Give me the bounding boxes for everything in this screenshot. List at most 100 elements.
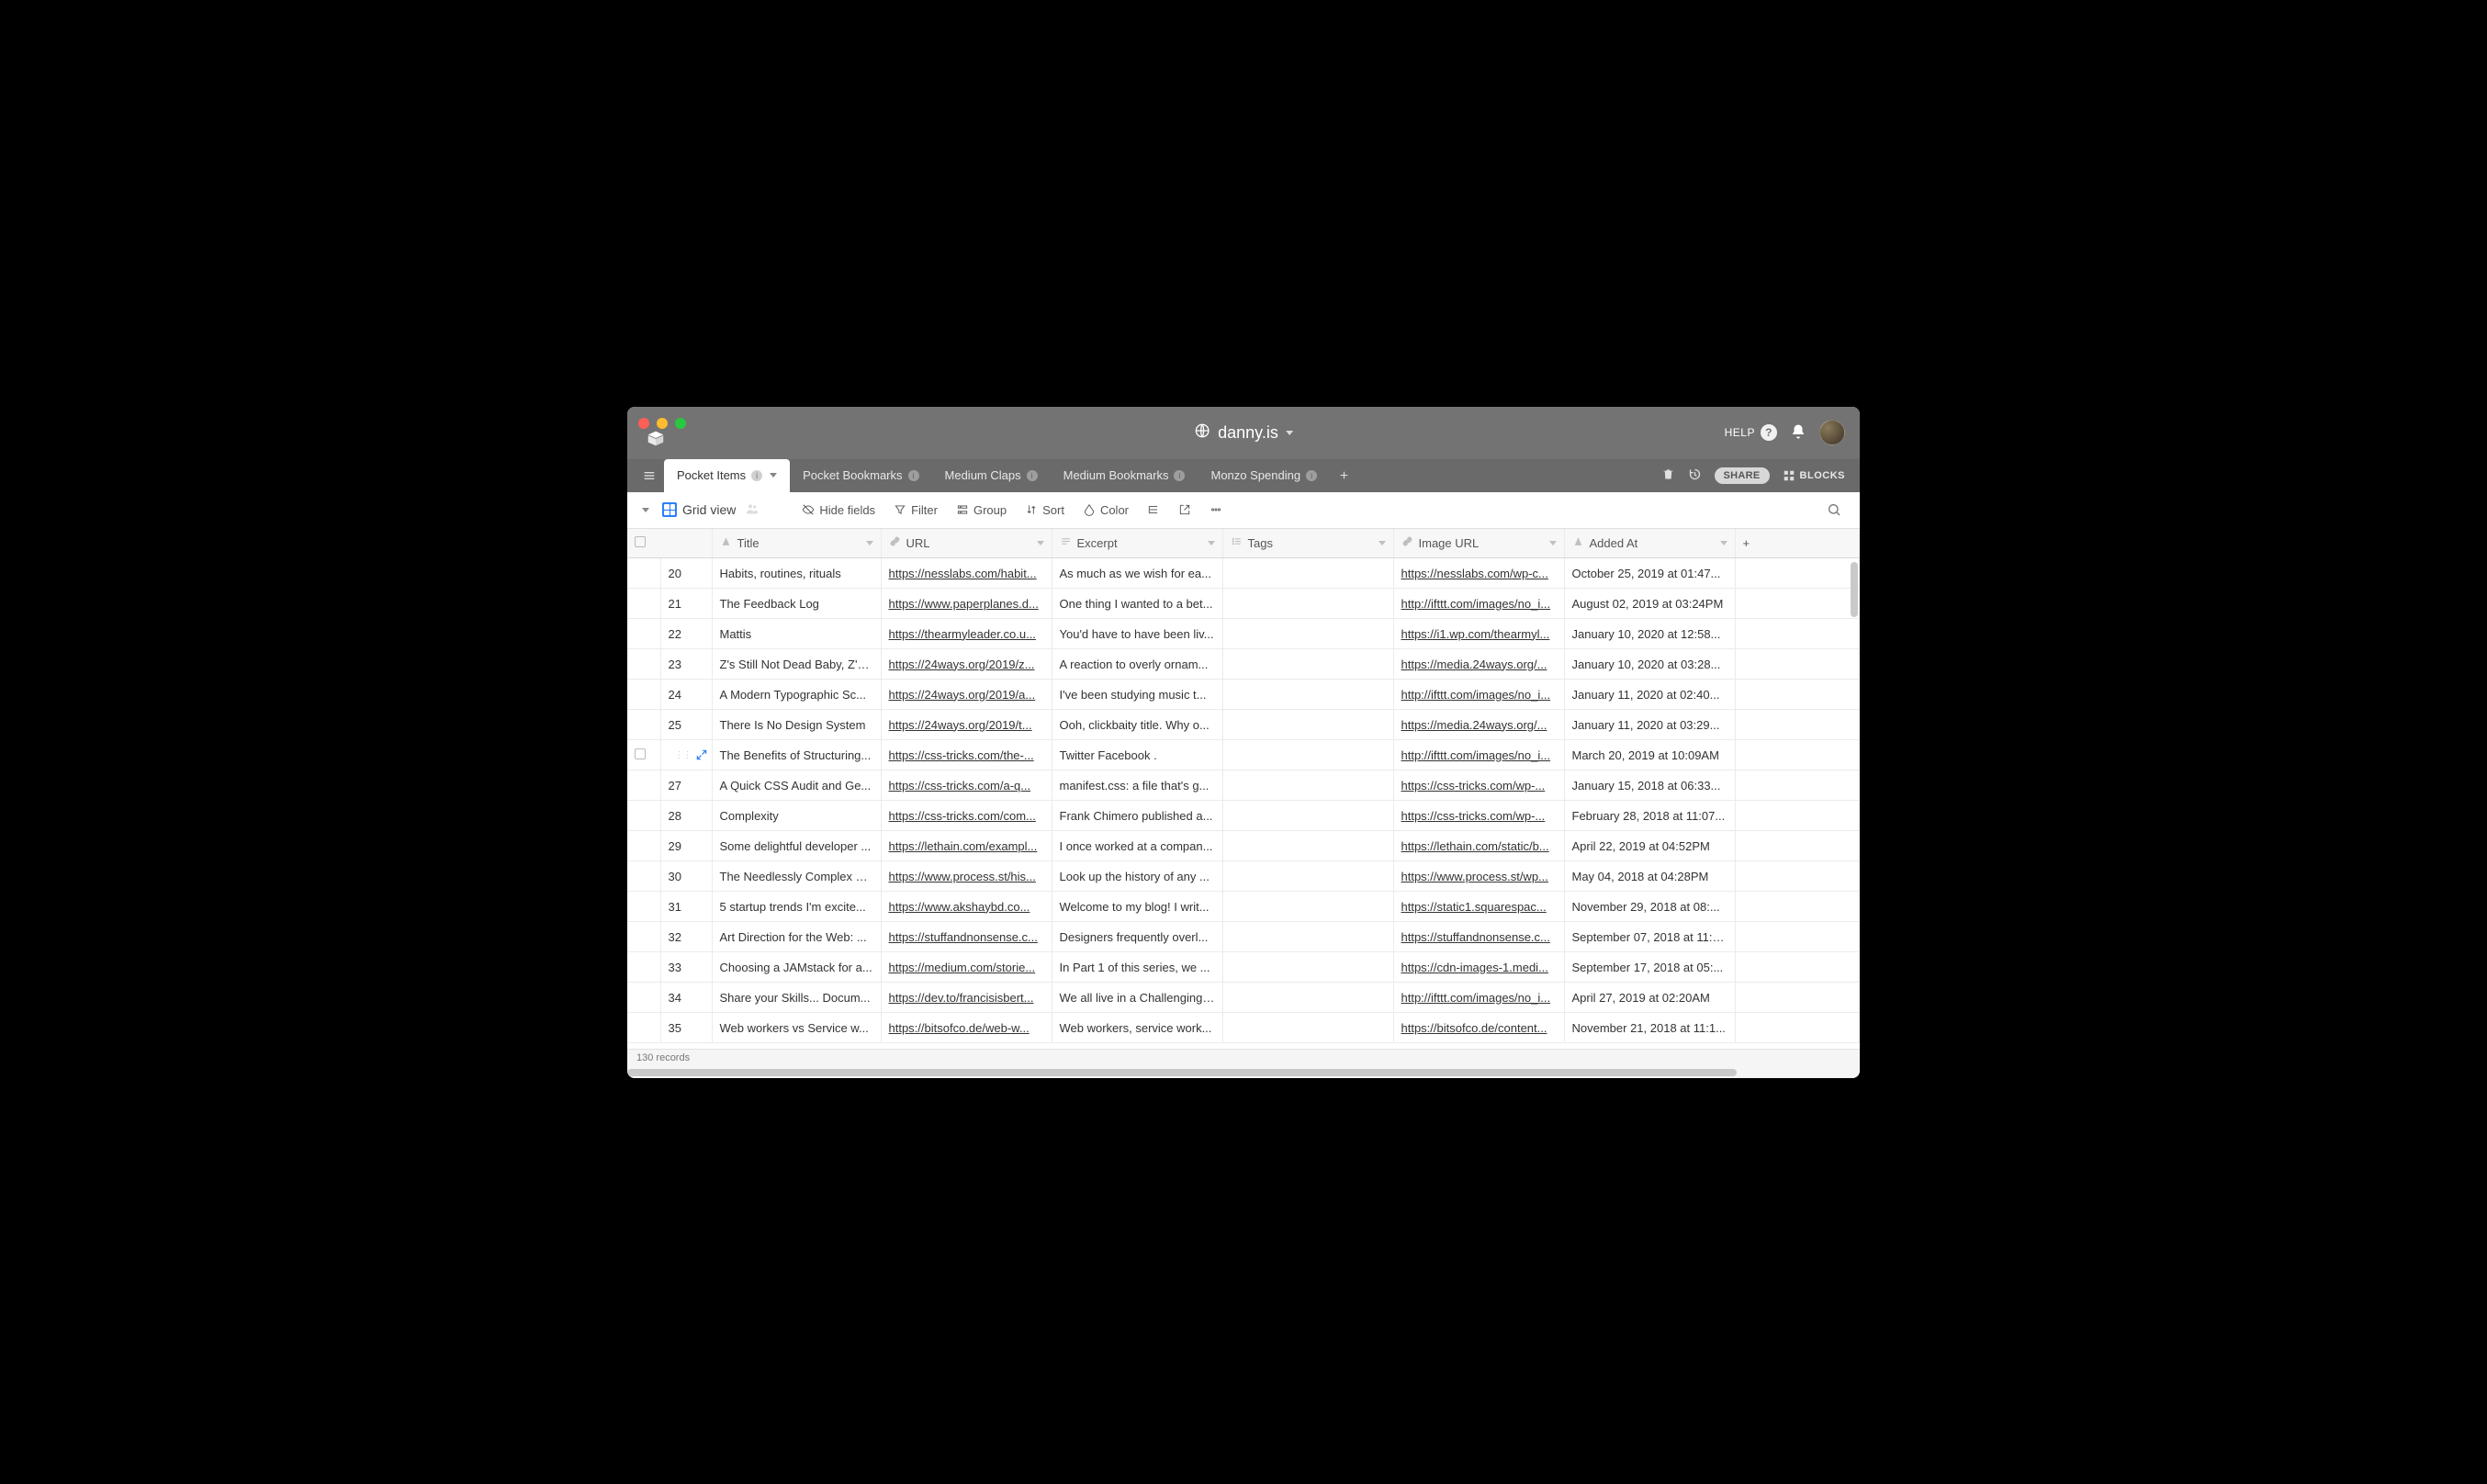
cell-tags[interactable] xyxy=(1222,619,1393,649)
link[interactable]: https://dev.to/francisisbert... xyxy=(889,991,1034,1005)
cell-tags[interactable] xyxy=(1222,952,1393,983)
cell-title[interactable]: A Quick CSS Audit and Ge... xyxy=(712,770,881,801)
cell-excerpt[interactable]: In Part 1 of this series, we ... xyxy=(1052,952,1222,983)
cell-excerpt[interactable]: One thing I wanted to a bet... xyxy=(1052,589,1222,619)
link[interactable]: https://media.24ways.org/... xyxy=(1401,718,1547,732)
cell-url[interactable]: https://www.paperplanes.d... xyxy=(881,589,1052,619)
cell-url[interactable]: https://css-tricks.com/the-... xyxy=(881,740,1052,770)
row-number-cell[interactable]: 29 xyxy=(660,831,712,861)
table-row[interactable]: 22Mattishttps://thearmyleader.co.u...You… xyxy=(627,619,1860,649)
row-number-cell[interactable]: 31 xyxy=(660,892,712,922)
cell-added_at[interactable]: January 15, 2018 at 06:33... xyxy=(1564,770,1735,801)
link[interactable]: https://24ways.org/2019/t... xyxy=(889,718,1032,732)
cell-title[interactable]: Choosing a JAMstack for a... xyxy=(712,952,881,983)
cell-image_url[interactable]: https://stuffandnonsense.c... xyxy=(1393,922,1564,952)
table-row[interactable]: 35Web workers vs Service w...https://bit… xyxy=(627,1013,1860,1043)
table-tab[interactable]: Medium Bookmarksi xyxy=(1051,459,1198,492)
cell-excerpt[interactable]: You'd have to have been liv... xyxy=(1052,619,1222,649)
cell-added_at[interactable]: September 17, 2018 at 05:... xyxy=(1564,952,1735,983)
cell-url[interactable]: https://thearmyleader.co.u... xyxy=(881,619,1052,649)
share-view-button[interactable] xyxy=(1171,500,1198,520)
link[interactable]: https://cdn-images-1.medi... xyxy=(1401,961,1548,974)
table-tab[interactable]: Pocket Itemsi xyxy=(664,459,790,492)
group-button[interactable]: Group xyxy=(949,500,1014,521)
select-all-header[interactable] xyxy=(627,529,712,558)
cell-title[interactable]: Mattis xyxy=(712,619,881,649)
table-row[interactable]: 29Some delightful developer ...https://l… xyxy=(627,831,1860,861)
cell-added_at[interactable]: October 25, 2019 at 01:47... xyxy=(1564,558,1735,589)
cell-image_url[interactable]: http://ifttt.com/images/no_i... xyxy=(1393,740,1564,770)
cell-title[interactable]: Art Direction for the Web: ... xyxy=(712,922,881,952)
link[interactable]: http://ifttt.com/images/no_i... xyxy=(1401,991,1551,1005)
color-button[interactable]: Color xyxy=(1075,500,1136,521)
cell-tags[interactable] xyxy=(1222,801,1393,831)
cell-url[interactable]: https://lethain.com/exampl... xyxy=(881,831,1052,861)
cell-tags[interactable] xyxy=(1222,710,1393,740)
cell-url[interactable]: https://24ways.org/2019/a... xyxy=(881,680,1052,710)
row-number-cell[interactable]: 35 xyxy=(660,1013,712,1043)
row-checkbox-cell[interactable] xyxy=(627,589,660,619)
search-button[interactable] xyxy=(1819,499,1849,521)
cell-image_url[interactable]: https://static1.squarespac... xyxy=(1393,892,1564,922)
link[interactable]: https://lethain.com/static/b... xyxy=(1401,839,1549,853)
view-switcher[interactable]: Grid view xyxy=(657,498,765,523)
cell-tags[interactable] xyxy=(1222,983,1393,1013)
link[interactable]: https://media.24ways.org/... xyxy=(1401,658,1547,671)
row-number-cell[interactable]: 20 xyxy=(660,558,712,589)
row-number-cell[interactable]: 34 xyxy=(660,983,712,1013)
cell-excerpt[interactable]: Welcome to my blog! I writ... xyxy=(1052,892,1222,922)
cell-added_at[interactable]: January 11, 2020 at 02:40... xyxy=(1564,680,1735,710)
row-checkbox-cell[interactable] xyxy=(627,831,660,861)
link[interactable]: http://ifttt.com/images/no_i... xyxy=(1401,688,1551,702)
cell-title[interactable]: The Benefits of Structuring... xyxy=(712,740,881,770)
cell-url[interactable]: https://bitsofco.de/web-w... xyxy=(881,1013,1052,1043)
cell-excerpt[interactable]: Ooh, clickbaity title. Why o... xyxy=(1052,710,1222,740)
row-number-cell[interactable]: 21 xyxy=(660,589,712,619)
link[interactable]: https://bitsofco.de/content... xyxy=(1401,1021,1547,1035)
cell-added_at[interactable]: March 20, 2019 at 10:09AM xyxy=(1564,740,1735,770)
link[interactable]: https://css-tricks.com/the-... xyxy=(889,748,1034,762)
cell-image_url[interactable]: http://ifttt.com/images/no_i... xyxy=(1393,589,1564,619)
add-column-button[interactable]: + xyxy=(1735,529,1860,558)
cell-added_at[interactable]: November 21, 2018 at 11:1... xyxy=(1564,1013,1735,1043)
column-header-excerpt[interactable]: Excerpt xyxy=(1052,529,1222,558)
table-row[interactable]: 32Art Direction for the Web: ...https://… xyxy=(627,922,1860,952)
cell-tags[interactable] xyxy=(1222,680,1393,710)
cell-url[interactable]: https://www.process.st/his... xyxy=(881,861,1052,892)
hide-fields-button[interactable]: Hide fields xyxy=(794,500,883,521)
cell-excerpt[interactable]: We all live in a Challenging ... xyxy=(1052,983,1222,1013)
cell-added_at[interactable]: November 29, 2018 at 08:... xyxy=(1564,892,1735,922)
cell-added_at[interactable]: January 11, 2020 at 03:29... xyxy=(1564,710,1735,740)
link[interactable]: https://i1.wp.com/thearmyl... xyxy=(1401,627,1550,641)
row-checkbox-cell[interactable] xyxy=(627,619,660,649)
cell-image_url[interactable]: https://lethain.com/static/b... xyxy=(1393,831,1564,861)
cell-url[interactable]: https://24ways.org/2019/z... xyxy=(881,649,1052,680)
table-row[interactable]: 25There Is No Design Systemhttps://24way… xyxy=(627,710,1860,740)
row-checkbox-cell[interactable] xyxy=(627,710,660,740)
row-checkbox-cell[interactable] xyxy=(627,952,660,983)
cell-url[interactable]: https://medium.com/storie... xyxy=(881,952,1052,983)
link[interactable]: https://lethain.com/exampl... xyxy=(889,839,1038,853)
link[interactable]: http://ifttt.com/images/no_i... xyxy=(1401,597,1551,611)
maximize-window-button[interactable] xyxy=(675,418,686,429)
row-number-cell[interactable]: 27 xyxy=(660,770,712,801)
help-button[interactable]: HELP ? xyxy=(1725,424,1777,441)
row-number-cell[interactable]: 30 xyxy=(660,861,712,892)
close-window-button[interactable] xyxy=(638,418,649,429)
cell-tags[interactable] xyxy=(1222,861,1393,892)
row-number-cell[interactable]: 25 xyxy=(660,710,712,740)
view-sidebar-toggle[interactable] xyxy=(638,508,653,512)
cell-added_at[interactable]: February 28, 2018 at 11:07... xyxy=(1564,801,1735,831)
row-number-cell[interactable]: ⋮⋮ xyxy=(660,740,712,770)
sort-button[interactable]: Sort xyxy=(1018,500,1072,521)
cell-added_at[interactable]: May 04, 2018 at 04:28PM xyxy=(1564,861,1735,892)
column-header-image-url[interactable]: Image URL xyxy=(1393,529,1564,558)
table-tab[interactable]: Monzo Spendingi xyxy=(1198,459,1330,492)
share-button[interactable]: SHARE xyxy=(1715,467,1770,484)
filter-button[interactable]: Filter xyxy=(886,500,945,521)
row-checkbox-cell[interactable] xyxy=(627,801,660,831)
row-number-cell[interactable]: 28 xyxy=(660,801,712,831)
cell-url[interactable]: https://css-tricks.com/com... xyxy=(881,801,1052,831)
cell-url[interactable]: https://www.akshaybd.co... xyxy=(881,892,1052,922)
cell-tags[interactable] xyxy=(1222,589,1393,619)
